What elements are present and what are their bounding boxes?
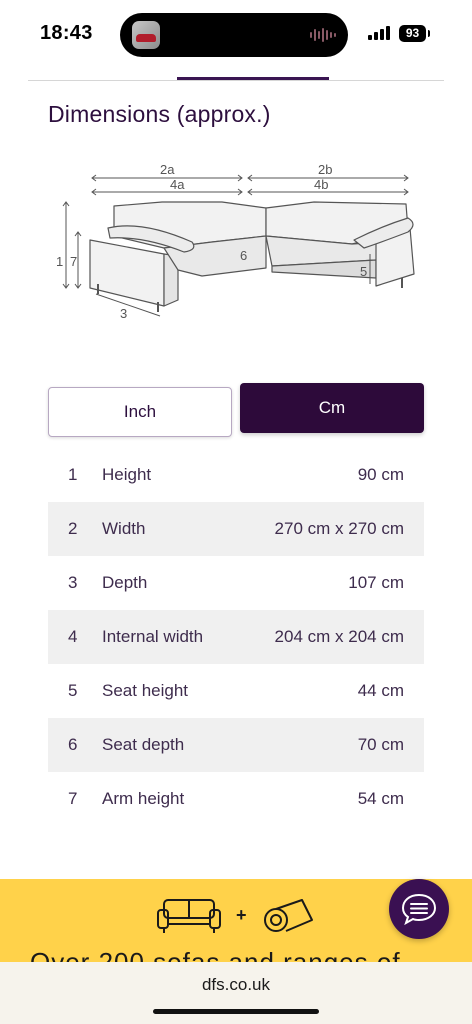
diagram-label-2a: 2a: [160, 162, 175, 177]
row-number: 6: [68, 735, 78, 754]
row-value: 44 cm: [357, 681, 404, 700]
promo-plus: +: [236, 905, 247, 925]
row-number: 3: [68, 573, 78, 592]
rug-icon: [264, 899, 313, 932]
row-label: Depth: [102, 573, 148, 592]
sofa-icon: [157, 899, 221, 933]
diagram-label-2b: 2b: [318, 162, 332, 177]
row-value: 70 cm: [357, 735, 404, 754]
dynamic-island[interactable]: [120, 13, 348, 57]
row-value: 270 cm x 270 cm: [274, 519, 404, 538]
diagram-label-4a: 4a: [170, 177, 185, 192]
unit-cm-button[interactable]: Cm: [240, 383, 424, 433]
table-row: 5 Seat height 44 cm: [48, 664, 424, 718]
table-row: 7 Arm height 54 cm: [48, 772, 424, 826]
row-label: Seat depth: [102, 735, 185, 754]
chat-button[interactable]: [389, 879, 449, 939]
unit-inch-button[interactable]: Inch: [48, 387, 232, 437]
table-row: 4 Internal width 204 cm x 204 cm: [48, 610, 424, 664]
url-text[interactable]: dfs.co.uk: [0, 975, 472, 995]
row-value: 107 cm: [348, 573, 404, 592]
row-number: 2: [68, 519, 78, 538]
status-time: 18:43: [40, 22, 93, 44]
row-label: Arm height: [102, 789, 185, 808]
row-value: 90 cm: [357, 465, 404, 484]
row-number: 5: [68, 681, 78, 700]
cellular-signal-icon: [368, 26, 390, 40]
row-number: 1: [68, 465, 78, 484]
diagram-label-3: 3: [120, 306, 127, 321]
sofa-dimension-diagram: 2a 4a 2b 4b 1 7 3 6 5: [56, 162, 415, 321]
diagram-label-4b: 4b: [314, 177, 328, 192]
section-title: Dimensions (approx.): [48, 101, 271, 127]
row-label: Seat height: [102, 681, 189, 700]
active-tab-indicator: [177, 77, 329, 80]
diagram-label-5: 5: [360, 264, 367, 279]
table-row: 6 Seat depth 70 cm: [48, 718, 424, 772]
row-value: 54 cm: [357, 789, 404, 808]
row-label: Width: [102, 519, 146, 538]
dimensions-table: 1 Height 90 cm 2 Width 270 cm x 270 cm 3…: [48, 448, 424, 826]
page: 18:43 93 Dimensions (approx.) 2a 4a 2b 4…: [0, 0, 472, 1024]
row-number: 4: [68, 627, 78, 646]
row-label: Height: [102, 465, 152, 484]
diagram-label-6: 6: [240, 248, 247, 263]
diagram-label-1: 1: [56, 254, 63, 269]
now-playing-thumbnail: [132, 21, 160, 49]
table-row: 1 Height 90 cm: [48, 448, 424, 502]
home-indicator[interactable]: [153, 1009, 319, 1014]
table-row: 3 Depth 107 cm: [48, 556, 424, 610]
chat-icon: [401, 893, 437, 926]
diagram-label-7: 7: [70, 254, 77, 269]
row-number: 7: [68, 789, 78, 808]
tab-divider: [28, 80, 444, 81]
table-row: 2 Width 270 cm x 270 cm: [48, 502, 424, 556]
browser-url-bar[interactable]: dfs.co.uk: [0, 962, 472, 1024]
audio-waveform-icon: [310, 28, 336, 42]
battery-indicator: 93: [399, 25, 430, 42]
row-value: 204 cm x 204 cm: [274, 627, 404, 646]
row-label: Internal width: [102, 627, 204, 646]
status-bar: 18:43 93: [0, 0, 472, 70]
